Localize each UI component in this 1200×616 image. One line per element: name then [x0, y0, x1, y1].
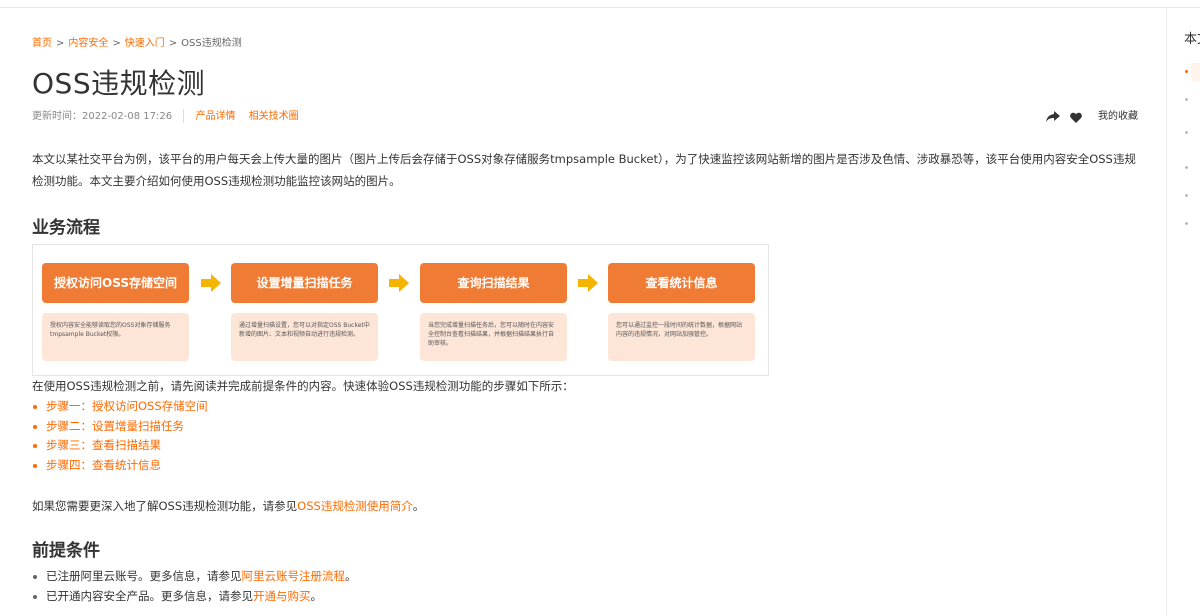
toc-item-2[interactable]: [1185, 98, 1188, 101]
flow-step-desc: 通过增量扫描设置，您可以对指定OSS Bucket中新增的图片、文本和视频自动进…: [231, 313, 378, 361]
list-item: 步骤四：查看统计信息: [32, 456, 1142, 476]
flow-step-title: 设置增量扫描任务: [231, 263, 378, 303]
breadcrumb-current: OSS违规检测: [181, 38, 242, 49]
section-heading-business-flow: 业务流程: [32, 218, 100, 238]
step-link-4[interactable]: 步骤四：查看统计信息: [46, 458, 161, 472]
more-info-paragraph: 如果您需要更深入地了解OSS违规检测功能，请参见OSS违规检测使用简介。: [32, 497, 1142, 515]
toc-panel: 本文导读: [1166, 8, 1200, 616]
step-link-1[interactable]: 步骤一：授权访问OSS存储空间: [46, 399, 208, 413]
flow-step-desc: 授权内容安全能够读取您的OSS对象存储服务tmpsample Bucket权限。: [42, 313, 189, 361]
step-link-3[interactable]: 步骤三：查看扫描结果: [46, 438, 161, 452]
flow-step-title: 授权访问OSS存储空间: [42, 263, 189, 303]
share-icon[interactable]: [1046, 111, 1060, 123]
flow-arrow-icon: [578, 274, 598, 292]
prereq-suffix: 。: [345, 569, 357, 583]
page-title: OSS违规检测: [32, 67, 206, 100]
steps-list: 步骤一：授权访问OSS存储空间 步骤二：设置增量扫描任务 步骤三：查看扫描结果 …: [32, 397, 1142, 475]
flow-arrow-icon: [389, 274, 409, 292]
business-flow-diagram: 授权访问OSS存储空间 授权内容安全能够读取您的OSS对象存储服务tmpsamp…: [32, 244, 769, 376]
list-item: 已开通内容安全产品。更多信息，请参见开通与购买。: [32, 587, 1142, 607]
breadcrumb-separator: >: [168, 38, 178, 49]
prereq-text: 已开通内容安全产品。更多信息，请参见: [46, 588, 253, 603]
step-link-2[interactable]: 步骤二：设置增量扫描任务: [46, 419, 184, 433]
toc-item-4[interactable]: [1185, 166, 1188, 169]
flow-arrow-icon: [201, 274, 221, 292]
more-info-prefix: 如果您需要更深入地了解OSS违规检测功能，请参见: [32, 499, 298, 513]
account-register-link[interactable]: 阿里云账号注册流程: [242, 569, 346, 583]
article-meta: 更新时间：2022-02-08 17:26 产品详情 相关技术圈 我的收藏: [32, 108, 1142, 126]
tag-product-details[interactable]: 产品详情: [196, 111, 236, 122]
flow-step-desc: 您可以通过监控一段时间的统计数据，根据网站内容的违规情况，对网站加强管控。: [608, 313, 755, 361]
breadcrumb-quick-start[interactable]: 快速入门: [125, 38, 165, 49]
article: 首页 > 内容安全 > 快速入门 > OSS违规检测 OSS违规检测 更新时间：2022-0…: [32, 36, 1142, 606]
heart-icon[interactable]: [1070, 112, 1082, 123]
list-item: 步骤三：查看扫描结果: [32, 436, 1142, 456]
meta-divider: [183, 109, 185, 123]
list-item: 步骤一：授权访问OSS存储空间: [32, 397, 1142, 417]
toc-item-1[interactable]: [1185, 70, 1188, 73]
flow-step-2: 设置增量扫描任务 通过增量扫描设置，您可以对指定OSS Bucket中新增的图片…: [231, 263, 378, 361]
steps-intro-text: 在使用OSS违规检测之前，请先阅读并完成前提条件的内容。快速体验OSS违规检测功…: [32, 379, 574, 393]
breadcrumb: 首页 > 内容安全 > 快速入门 > OSS违规检测: [32, 36, 1142, 52]
flow-step-1: 授权访问OSS存储空间 授权内容安全能够读取您的OSS对象存储服务tmpsamp…: [42, 263, 189, 361]
breadcrumb-separator: >: [56, 38, 65, 49]
breadcrumb-home[interactable]: 首页: [32, 38, 52, 49]
more-info-suffix: 。: [412, 499, 425, 513]
toc-item-3[interactable]: [1185, 131, 1188, 134]
breadcrumb-content-security[interactable]: 内容安全: [68, 38, 108, 49]
updated-time: 更新时间：2022-02-08 17:26: [32, 111, 173, 122]
tag-tech-circle[interactable]: 相关技术圈: [249, 111, 299, 122]
toc-active-highlight: [1191, 63, 1200, 81]
oss-detection-intro-link[interactable]: OSS违规检测使用简介: [297, 499, 413, 513]
flow-step-desc: 当您完成增量扫描任务后，您可以随时在内容安全控制台查看扫描结果，并根据扫描结果执…: [420, 313, 567, 361]
flow-step-title: 查看统计信息: [608, 263, 755, 303]
list-item: 步骤二：设置增量扫描任务: [32, 417, 1142, 437]
prerequisites-list: 已注册阿里云账号。更多信息，请参见阿里云账号注册流程。 已开通内容安全产品。更多…: [32, 567, 1142, 606]
prereq-suffix: 。: [310, 588, 323, 603]
breadcrumb-separator: >: [112, 38, 121, 49]
toc-title: 本文导读: [1184, 32, 1200, 47]
toc-item-5[interactable]: [1185, 194, 1188, 197]
section-heading-prerequisites: 前提条件: [32, 541, 100, 561]
top-border: [0, 0, 1200, 8]
prereq-text: 已注册阿里云账号。更多信息，请参见: [46, 569, 242, 583]
toc-item-6[interactable]: [1185, 222, 1188, 225]
flow-step-4: 查看统计信息 您可以通过监控一段时间的统计数据，根据网站内容的违规情况，对网站加…: [608, 263, 755, 361]
list-item: 已注册阿里云账号。更多信息，请参见阿里云账号注册流程。: [32, 567, 1142, 587]
flow-step-3: 查询扫描结果 当您完成增量扫描任务后，您可以随时在内容安全控制台查看扫描结果，并…: [420, 263, 567, 361]
article-actions: 我的收藏: [1046, 108, 1138, 126]
flow-step-title: 查询扫描结果: [420, 263, 567, 303]
favorites-link[interactable]: 我的收藏: [1098, 108, 1138, 126]
activate-purchase-link[interactable]: 开通与购买: [253, 589, 311, 603]
intro-paragraph: 本文以某社交平台为例，该平台的用户每天会上传大量的图片（图片上传后会存储于OSS…: [32, 152, 1136, 188]
